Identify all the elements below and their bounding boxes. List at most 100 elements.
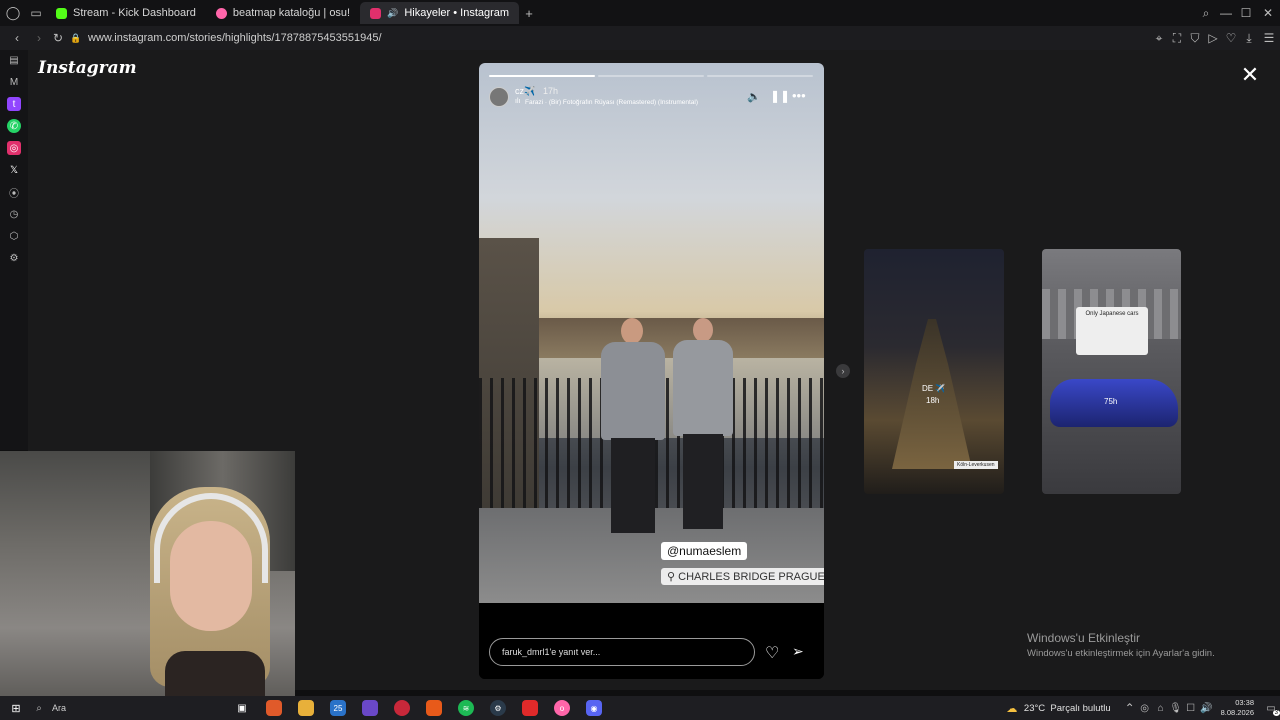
notification-badge: 3	[1272, 709, 1280, 716]
activation-title: Windows'u Etkinleştir	[1027, 631, 1140, 645]
webcam-overlay	[0, 451, 295, 704]
notifications-icon[interactable]: ▭ 3	[1262, 703, 1280, 716]
tab-kick[interactable]: Stream - Kick Dashboard	[46, 2, 206, 24]
weather-icon[interactable]: ☁	[1004, 700, 1020, 716]
pause-icon[interactable]: ❚❚	[770, 89, 790, 103]
lock-icon: 🔒	[70, 32, 82, 43]
play-icon[interactable]: ▷	[1204, 31, 1222, 45]
preview-label: DE ✈️	[922, 384, 946, 393]
menu-icon[interactable]: ☰	[1258, 31, 1280, 45]
tab-label: Stream - Kick Dashboard	[73, 7, 196, 19]
new-tab-button[interactable]: +	[519, 6, 539, 21]
app-icon[interactable]	[362, 700, 378, 716]
messenger-icon[interactable]: M	[7, 75, 21, 89]
browser-taskbar-icon[interactable]	[394, 700, 410, 716]
story-viewer[interactable]: cz✈️ 17h ılı Farazi · (Bir) Fotoğrafın R…	[479, 63, 824, 679]
close-window-icon[interactable]: ✕	[1256, 6, 1280, 20]
search-icon[interactable]: ⌕	[32, 703, 46, 714]
wifi-icon[interactable]: ☐	[1183, 703, 1199, 714]
file-explorer-icon[interactable]	[298, 700, 314, 716]
network-icon[interactable]: ⌂	[1153, 703, 1169, 714]
tab-label: beatmap kataloğu | osu!	[232, 7, 351, 19]
preview-sticker: Köln-Leverkusen	[954, 461, 998, 469]
instagram-icon	[370, 7, 382, 19]
next-story-preview[interactable]: Only Japanese cars 75h	[1042, 249, 1181, 494]
microphone-icon[interactable]: 🎙	[1169, 703, 1183, 714]
back-icon[interactable]: ‹	[4, 31, 30, 45]
discord-icon[interactable]: ◉	[586, 700, 602, 716]
osu-icon	[215, 7, 227, 19]
download-icon[interactable]: ⤓	[1240, 31, 1258, 46]
app-icon[interactable]	[266, 700, 282, 716]
location-sticker[interactable]: ⚲ CHARLES BRIDGE PRAGUE	[661, 568, 824, 585]
url-field[interactable]: www.instagram.com/stories/highlights/178…	[88, 32, 382, 44]
address-bar-row: ‹ › ↻ 🔒 www.instagram.com/stories/highli…	[0, 26, 1280, 50]
mention-sticker[interactable]: @numaeslem	[661, 542, 748, 560]
mail-icon[interactable]: 25	[330, 700, 346, 716]
osu-taskbar-icon[interactable]: o	[554, 700, 570, 716]
browser-sidebar: ▤ M t ✆ ◎ 𝕏 ⦿ ◷ ⬡ ⚙	[0, 50, 28, 450]
reply-input[interactable]: faruk_dmrl1'e yanıt ver...	[489, 638, 755, 666]
screenshot-icon[interactable]: ⛶	[1168, 31, 1186, 46]
story-music[interactable]: Farazi · (Bir) Fotoğrafın Rüyası (Remast…	[525, 99, 698, 106]
player-icon[interactable]: ⦿	[7, 185, 21, 200]
activation-subtitle[interactable]: Windows'u etkinleştirmek için Ayarlar'a …	[1027, 648, 1215, 659]
instagram-sidebar-icon[interactable]: ◎	[7, 141, 21, 155]
story-username[interactable]: cz✈️	[515, 86, 535, 97]
cathedral-silhouette	[892, 319, 972, 469]
minimize-icon[interactable]: —	[1216, 6, 1236, 20]
instagram-logo[interactable]: Instagram	[38, 58, 137, 78]
pin-icon[interactable]: ⌖	[1150, 31, 1168, 46]
story-avatar[interactable]	[489, 87, 509, 107]
forward-icon[interactable]: ›	[30, 31, 48, 45]
story-progress-3	[707, 75, 813, 77]
volume-icon[interactable]: 🔊	[1199, 703, 1215, 714]
chevron-up-icon[interactable]: ⌃	[1123, 701, 1137, 715]
maximize-icon[interactable]: ☐	[1236, 6, 1256, 20]
story-photo	[479, 63, 824, 603]
kick-icon	[56, 7, 67, 19]
next-story-icon[interactable]: ›	[836, 364, 850, 378]
steam-icon[interactable]: ⚙	[490, 700, 506, 716]
app-icon[interactable]	[426, 700, 442, 716]
preview-time: 18h	[926, 396, 940, 405]
share-icon[interactable]: ➢	[792, 643, 804, 660]
weather-text[interactable]: 23°C Parçalı bulutlu	[1024, 703, 1111, 714]
tab-osu[interactable]: beatmap kataloğu | osu!	[206, 2, 360, 24]
shield-icon[interactable]: ⛉	[1186, 31, 1204, 46]
history-icon[interactable]: ◷	[7, 207, 21, 221]
search-box[interactable]: Ara	[46, 703, 226, 713]
tab-overview-icon[interactable]: ▭	[26, 6, 46, 20]
start-icon[interactable]: ⊞	[8, 700, 24, 716]
heart-icon[interactable]: ♡	[1222, 31, 1240, 45]
preview-time: 75h	[1104, 397, 1118, 406]
search-tabs-icon[interactable]: ⌕	[1196, 6, 1216, 21]
twitch-icon[interactable]: t	[7, 97, 21, 111]
like-heart-icon[interactable]: ♡	[765, 643, 779, 663]
close-stories-button[interactable]: ✕	[1239, 64, 1261, 86]
preview-caption: Only Japanese cars	[1085, 311, 1139, 317]
location-pin-icon: ⚲	[667, 571, 676, 583]
more-options-icon[interactable]: •••	[792, 88, 806, 103]
mute-icon[interactable]: 🔈	[747, 90, 761, 103]
next-story-preview[interactable]: DE ✈️ 18h Köln-Leverkusen	[864, 249, 1004, 494]
tray-icon[interactable]: ◎	[1137, 703, 1153, 714]
settings-icon[interactable]: ⚙	[7, 251, 21, 265]
tab-instagram[interactable]: 🔊 Hikayeler • Instagram	[360, 2, 520, 24]
windows-taskbar: ⊞ ⌕ Ara ▣ 25 ≋ ⚙ o ◉ ☁ 23°C Parçalı bulu…	[0, 696, 1280, 720]
notes-icon[interactable]: ▤	[7, 53, 21, 67]
app-icon[interactable]	[522, 700, 538, 716]
x-icon[interactable]: 𝕏	[7, 163, 21, 177]
browser-logo-icon[interactable]: ◯	[0, 5, 26, 21]
whatsapp-icon[interactable]: ✆	[7, 119, 21, 133]
spotify-icon[interactable]: ≋	[458, 700, 474, 716]
extensions-icon[interactable]: ⬡	[7, 229, 21, 243]
browser-tab-bar: ◯ ▭ Stream - Kick Dashboard beatmap kata…	[0, 0, 1280, 26]
clock[interactable]: 03:38 8.08.2026	[1221, 698, 1254, 718]
tab-label: Hikayeler • Instagram	[404, 7, 510, 19]
clock-date: 8.08.2026	[1220, 708, 1254, 717]
reload-icon[interactable]: ↻	[48, 31, 68, 45]
task-view-icon[interactable]: ▣	[234, 700, 250, 716]
person-left	[597, 318, 669, 543]
speaker-icon[interactable]: 🔊	[387, 8, 398, 19]
